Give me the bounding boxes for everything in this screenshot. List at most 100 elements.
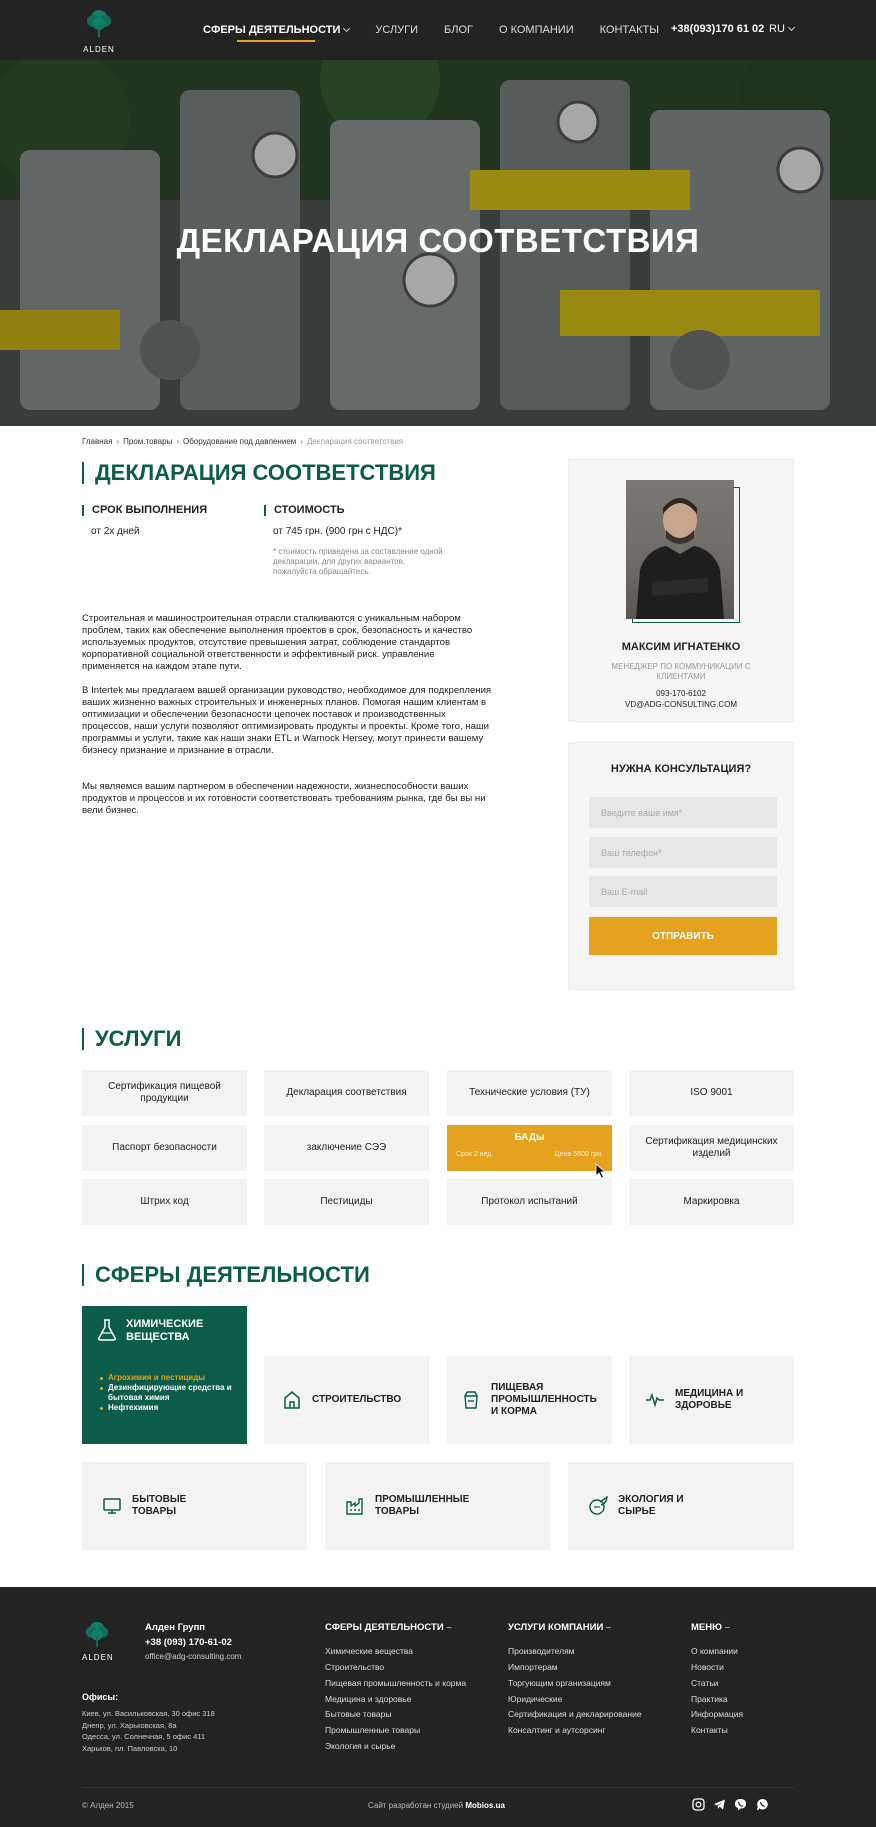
chevron-down-icon [787,23,795,32]
footer-divider [82,1787,794,1788]
service-test-protocol[interactable]: Протокол испытаний [447,1179,612,1225]
nav-contacts[interactable]: КОНТАКТЫ [600,0,659,60]
sphere-construction[interactable]: СТРОИТЕЛЬСТВО [264,1356,429,1444]
term-value: от 2х дней [91,526,140,537]
header-phone[interactable]: +38(093)170 61 02 [671,23,764,35]
monitor-icon [103,1498,121,1514]
list-item[interactable]: Агрохимия и пестициды [100,1373,234,1383]
footer-company: Алден Групп [145,1622,206,1633]
term-label: СРОК ВЫПОЛНЕНИЯ [82,505,207,516]
footer-col3-title-text: МЕНЮ [691,1622,722,1633]
service-bady[interactable]: БАДы Срок 2 нед. Цена 5600 грн. [447,1125,612,1171]
developer-link[interactable]: Mobios.ua [465,1801,505,1810]
consult-title: НУЖНА КОНСУЛЬТАЦИЯ? [610,763,752,775]
footer-link[interactable]: Торгующим организациям [508,1678,611,1688]
footer-link[interactable]: Импортерам [508,1662,558,1672]
list-item[interactable]: Нефтехимия [100,1403,234,1413]
paragraph-2: В Intertek мы предлагаем вашей организац… [82,685,492,756]
dash-accent: – [724,1622,730,1633]
eco-icon [589,1496,608,1515]
email-field[interactable] [589,876,777,907]
footer-email[interactable]: office@adg-consulting.com [145,1652,241,1661]
footer-link[interactable]: Бытовые товары [325,1709,391,1719]
dash-accent: – [446,1622,452,1633]
logo[interactable]: ALDEN [82,8,116,54]
breadcrumb-prom[interactable]: Пром.товары [123,437,172,446]
sphere-household[interactable]: БЫТОВЫЕ ТОВАРЫ [82,1462,307,1550]
footer-link[interactable]: Практика [691,1694,728,1704]
chevron-right-icon: › [300,437,303,446]
footer-logo-text: ALDEN [82,1653,114,1662]
nav-blog[interactable]: БЛОГ [444,0,473,60]
breadcrumb-home[interactable]: Главная [82,437,112,446]
sphere-food[interactable]: ПИЩЕВАЯ ПРОМЫШЛЕННОСТЬ И КОРМА [447,1356,612,1444]
service-food-cert[interactable]: Сертификация пищевой продукции [82,1070,247,1116]
name-field[interactable] [589,797,777,828]
service-price: Цена 5600 грн. [554,1151,603,1158]
flask-icon [98,1319,116,1341]
footer-link[interactable]: Юридические [508,1694,562,1704]
sphere-chemicals-title: ХИМИЧЕСКИЕ ВЕЩЕСТВА [126,1318,204,1343]
service-medical-cert[interactable]: Сертификация медицинских изделий [629,1125,794,1171]
service-iso[interactable]: ISO 9001 [629,1070,794,1116]
footer-link[interactable]: Производителям [508,1646,575,1656]
sphere-label: ПРОМЫШЛЕННЫЕ ТОВАРЫ [375,1494,470,1517]
telegram-icon[interactable] [713,1798,726,1811]
logo-text: ALDEN [83,45,115,54]
phone-field[interactable] [589,837,777,868]
manager-phone[interactable]: 093-170-6102 [569,689,793,698]
footer-link[interactable]: Статьи [691,1678,719,1688]
developer-prefix: Сайт разработан студией [368,1801,464,1810]
nav-about[interactable]: О КОМПАНИИ [499,0,574,60]
chevron-right-icon: › [116,437,120,446]
footer-link[interactable]: Химические вещества [325,1646,413,1656]
footer-link[interactable]: Медицина и здоровье [325,1694,411,1704]
offices-list: Киев, ул. Васильковская, 30 офис 318 Дне… [82,1708,215,1754]
service-pesticides[interactable]: Пестициды [264,1179,429,1225]
footer-phone[interactable]: +38 (093) 170-61-02 [145,1637,232,1648]
manager-name: МАКСИМ ИГНАТЕНКО [621,641,741,653]
footer-link[interactable]: Пищевая промышленность и корма [325,1678,466,1688]
footer-link[interactable]: Контакты [691,1725,728,1735]
sphere-industrial[interactable]: ПРОМЫШЛЕННЫЕ ТОВАРЫ [325,1462,550,1550]
developer-credit: Сайт разработан студией Mobios.ua [368,1801,505,1810]
footer-link[interactable]: Информация [691,1709,743,1719]
footer-link[interactable]: Экология и сырье [325,1741,395,1751]
viber-icon[interactable] [734,1798,747,1811]
tree-logo-icon [87,10,111,37]
footer-logo[interactable]: ALDEN [82,1620,114,1662]
pulse-icon [646,1392,664,1408]
service-see[interactable]: заключение СЭЭ [264,1125,429,1171]
footer-link[interactable]: Промышленные товары [325,1725,420,1735]
list-item[interactable]: Дезинфицирующие средства и бытовая химия [100,1383,234,1403]
footer-col2-title-text: УСЛУГИ КОМПАНИИ [508,1622,604,1633]
footer-link[interactable]: Новости [691,1662,724,1672]
nav-spheres-label: СФЕРЫ ДЕЯТЕЛЬНОСТИ [203,24,341,36]
manager-email[interactable]: VD@ADG-CONSULTING.COM [569,700,793,709]
service-declaration[interactable]: Декларация соответствия [264,1070,429,1116]
footer-link[interactable]: Сертификация и декларирование [508,1709,642,1719]
submit-button[interactable]: ОТПРАВИТЬ [589,917,777,955]
sphere-medicine[interactable]: МЕДИЦИНА И ЗДОРОВЬЕ [629,1356,794,1444]
nav-spheres[interactable]: СФЕРЫ ДЕЯТЕЛЬНОСТИ [203,0,351,60]
service-safety-passport[interactable]: Паспорт безопасности [82,1125,247,1171]
service-barcode[interactable]: Штрих код [82,1179,247,1225]
footer-link[interactable]: О компании [691,1646,738,1656]
breadcrumb-equipment[interactable]: Оборудование под давлением [183,437,296,446]
manager-photo [626,480,734,619]
price-label: СТОИМОСТЬ [264,505,345,516]
footer-link[interactable]: Строительство [325,1662,384,1672]
nav-services[interactable]: УСЛУГИ [375,0,418,60]
instagram-icon[interactable] [692,1798,705,1811]
footer-link[interactable]: Консалтинг и аутсорсинг [508,1725,606,1735]
language-select[interactable]: RU [769,23,795,35]
sphere-ecology[interactable]: ЭКОЛОГИЯ И СЫРЬЕ [568,1462,794,1550]
service-tu[interactable]: Технические условия (ТУ) [447,1070,612,1116]
service-marking[interactable]: Маркировка [629,1179,794,1225]
offices-label: Офисы: [82,1692,119,1702]
breadcrumb-current: Декларация соответствия [306,437,404,446]
sphere-chemicals[interactable]: ХИМИЧЕСКИЕ ВЕЩЕСТВА Агрохимия и пестицид… [82,1306,247,1444]
food-jar-icon [464,1391,478,1409]
sphere-chemicals-header: ХИМИЧЕСКИЕ ВЕЩЕСТВА [98,1318,212,1344]
whatsapp-icon[interactable] [756,1798,769,1811]
